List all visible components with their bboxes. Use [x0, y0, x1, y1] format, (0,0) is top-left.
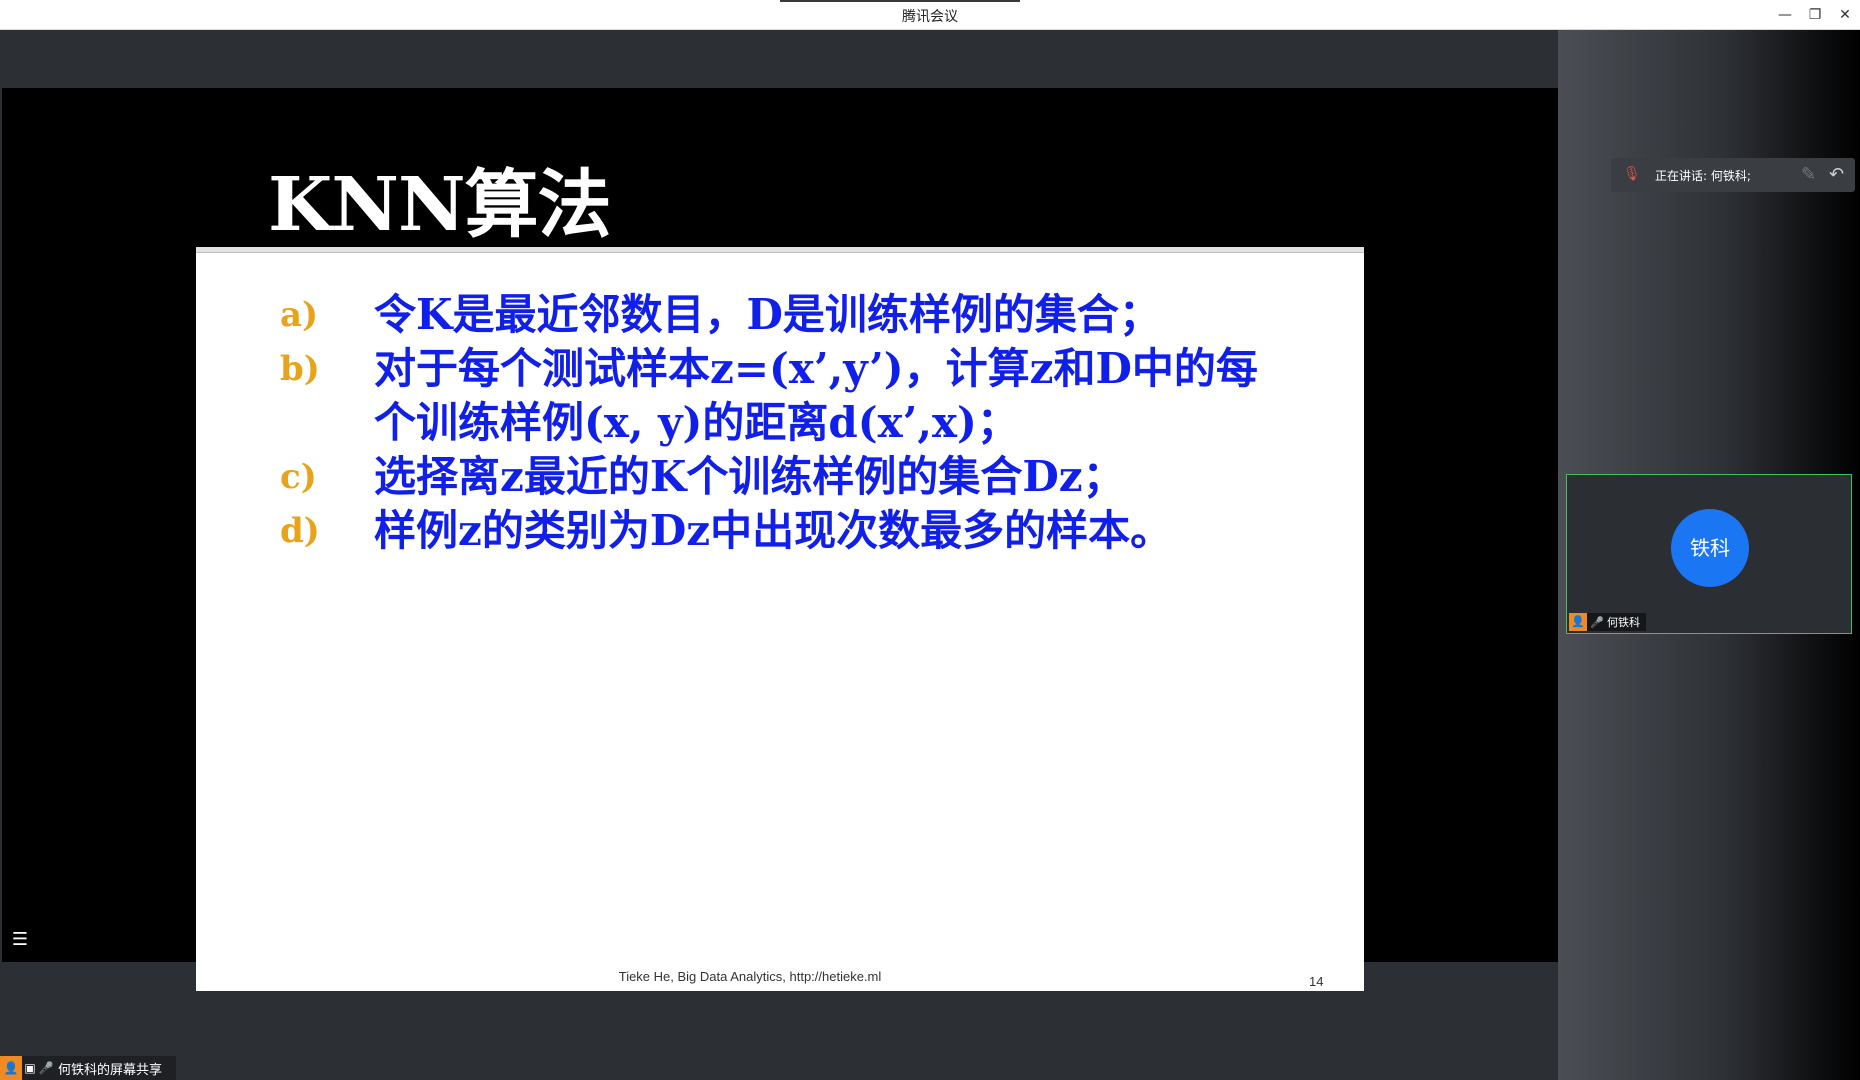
- avatar: 铁科: [1671, 509, 1749, 587]
- user-icon: 👤: [0, 1056, 22, 1080]
- participant-video-tile[interactable]: 铁科 👤 🎤 何铁科: [1566, 474, 1852, 634]
- slide-footer: Tieke He, Big Data Analytics, http://het…: [618, 969, 882, 984]
- participant-name: 何铁科: [1607, 616, 1640, 629]
- bullet-line: 选择离z最近的K个训练样例的集合Dz；: [374, 452, 1125, 501]
- bullet-marker: a): [280, 295, 319, 335]
- slide-page-number: 14: [1309, 974, 1324, 989]
- list-icon[interactable]: ☰: [8, 928, 32, 952]
- user-icon: 👤: [1569, 613, 1587, 631]
- reply-icon[interactable]: ↶: [1829, 164, 1844, 185]
- titlebar-accent: [780, 0, 1020, 2]
- window-titlebar: 腾讯会议 — ❐ ✕: [0, 0, 1860, 30]
- speaking-indicator: 🎙 正在讲话: 何铁科; ✎ ↶: [1611, 158, 1855, 192]
- bullet-item: d) 样例z的类别为Dz中出现次数最多的样本。: [280, 504, 1330, 558]
- speaking-label: 正在讲话: 何铁科;: [1655, 169, 1751, 183]
- bullet-line: 令K是最近邻数目，D是训练样例的集合；: [374, 290, 1161, 339]
- bullet-item: c) 选择离z最近的K个训练样例的集合Dz；: [280, 450, 1330, 504]
- bullet-item: a) 令K是最近邻数目，D是训练样例的集合；: [280, 288, 1330, 342]
- mic-icon: 🎤: [1590, 615, 1604, 629]
- screen-share-icon: ▣: [24, 1061, 36, 1075]
- slide-bullet-list: a) 令K是最近邻数目，D是训练样例的集合； b) 对于每个测试样本z=(x’,…: [280, 288, 1330, 558]
- window-title: 腾讯会议: [902, 9, 958, 25]
- bullet-text: 对于每个测试样本z=(x’,y’)，计算z和D中的每 个训练样例(x, y)的距…: [374, 342, 1258, 450]
- restore-button[interactable]: ❐: [1802, 4, 1828, 26]
- slide-title: KNN算法: [268, 162, 612, 248]
- minimize-button[interactable]: —: [1772, 4, 1798, 26]
- close-button[interactable]: ✕: [1832, 4, 1858, 26]
- screen-share-status-bar[interactable]: 👤 ▣ 🎤 何铁科的屏幕共享: [0, 1056, 176, 1080]
- bullet-marker: b): [280, 349, 320, 389]
- bullet-item: b) 对于每个测试样本z=(x’,y’)，计算z和D中的每 个训练样例(x, y…: [280, 342, 1330, 450]
- bullet-marker: c): [280, 457, 317, 497]
- mic-icon: 🎤: [38, 1061, 54, 1075]
- bullet-marker: d): [280, 511, 320, 551]
- mic-muted-icon: 🎙: [1623, 166, 1641, 182]
- bullet-line: 个训练样例(x, y)的距离d(x’,x)；: [374, 398, 1019, 447]
- bullet-text: 令K是最近邻数目，D是训练样例的集合；: [374, 288, 1161, 342]
- slide-divider: [196, 247, 1364, 253]
- bullet-line: 对于每个测试样本z=(x’,y’)，计算z和D中的每: [374, 344, 1258, 393]
- bullet-line: 样例z的类别为Dz中出现次数最多的样本。: [374, 506, 1173, 555]
- bullet-text: 选择离z最近的K个训练样例的集合Dz；: [374, 450, 1125, 504]
- screen-share-label: 何铁科的屏幕共享: [58, 1062, 163, 1078]
- pen-icon[interactable]: ✎: [1801, 164, 1816, 185]
- bullet-text: 样例z的类别为Dz中出现次数最多的样本。: [374, 504, 1172, 558]
- participant-name-tag: 👤 🎤 何铁科: [1569, 613, 1646, 631]
